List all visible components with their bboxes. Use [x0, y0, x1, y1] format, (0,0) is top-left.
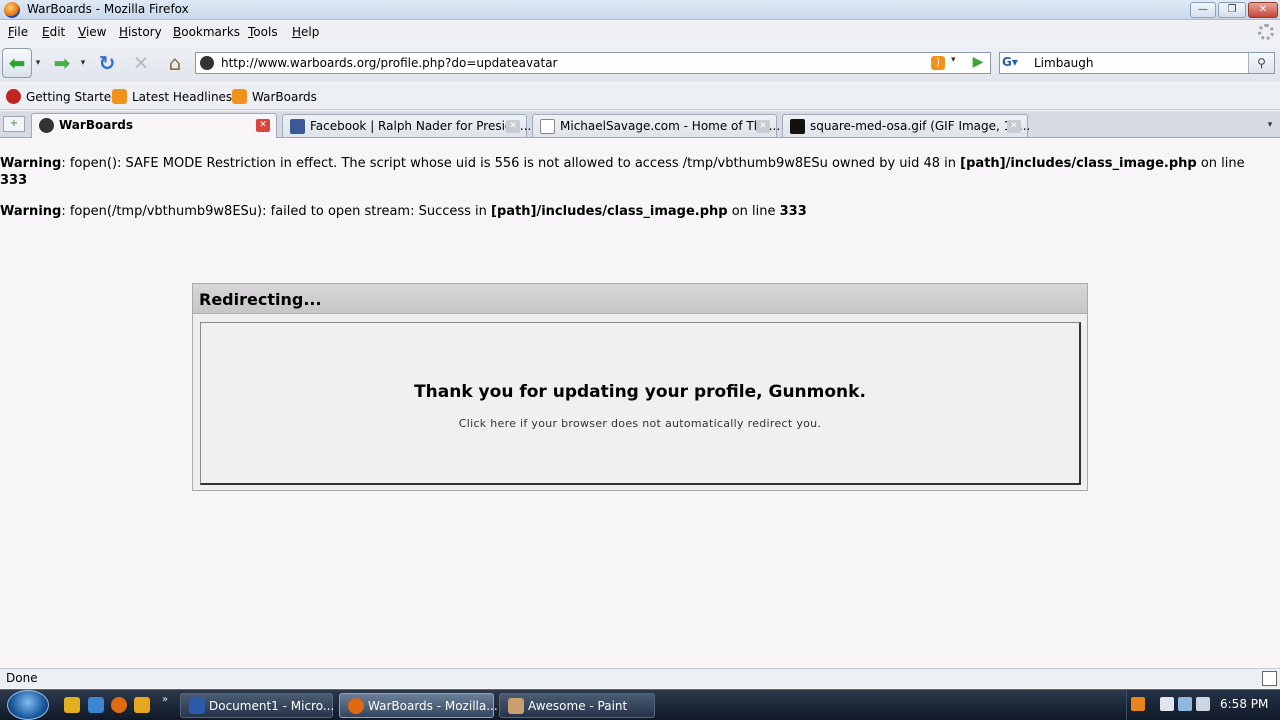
- search-button[interactable]: ⚲: [1248, 53, 1274, 73]
- close-window-button[interactable]: ✕: [1248, 2, 1278, 18]
- resize-grip-icon[interactable]: [1262, 671, 1277, 686]
- url-bar[interactable]: http://www.warboards.org/profile.php?do=…: [195, 52, 991, 74]
- bookmark-warboards[interactable]: WarBoards: [232, 89, 317, 104]
- tab-label: MichaelSavage.com - Home of The...: [560, 119, 781, 133]
- bookmark-getting-started[interactable]: Getting Started: [6, 89, 119, 104]
- rss-feed-icon[interactable]: ): [931, 56, 945, 70]
- list-all-tabs-button[interactable]: ▾: [1261, 115, 1279, 135]
- bookmarks-toolbar: Getting Started Latest Headlines WarBoar…: [0, 84, 1280, 110]
- tab-warboards[interactable]: WarBoards ✕: [31, 113, 277, 138]
- redirect-panel: Redirecting... Thank you for updating yo…: [192, 283, 1088, 491]
- tab-close-icon[interactable]: ✕: [1007, 120, 1021, 133]
- redirect-message: Thank you for updating your profile, Gun…: [414, 382, 866, 402]
- new-tab-button[interactable]: +: [3, 116, 25, 132]
- clock[interactable]: 6:58 PM: [1220, 697, 1268, 711]
- menu-bar: File Edit View History Bookmarks Tools H…: [0, 21, 1280, 43]
- reload-button[interactable]: ↻: [93, 49, 121, 77]
- redirect-header: Redirecting...: [193, 284, 1087, 314]
- volume-icon[interactable]: [1196, 697, 1210, 711]
- site-favicon-icon: [200, 56, 214, 70]
- paint-icon: [508, 698, 524, 714]
- php-warning: Warning: fopen(): SAFE MODE Restriction …: [0, 156, 1245, 188]
- rss-feed-icon: [112, 89, 127, 104]
- media-player-icon[interactable]: [134, 697, 150, 713]
- forward-button[interactable]: ➡: [48, 49, 76, 77]
- search-bar[interactable]: G▾ Limbaugh ⚲: [999, 52, 1275, 74]
- ie-icon[interactable]: [88, 697, 104, 713]
- getting-started-icon: [6, 89, 21, 104]
- tab-gif-image[interactable]: square-med-osa.gif (GIF Image, 19... ✕: [782, 114, 1031, 137]
- redirect-title: Redirecting...: [199, 290, 322, 309]
- taskbar-item-paint[interactable]: Awesome - Paint: [499, 693, 655, 718]
- tab-label: Facebook | Ralph Nader for Preside...: [310, 119, 532, 133]
- warboards-favicon-icon: [39, 118, 54, 133]
- start-button[interactable]: [7, 690, 49, 720]
- back-button[interactable]: ⬅: [2, 48, 32, 78]
- search-engine-selector[interactable]: G▾: [1002, 55, 1028, 71]
- redirect-link[interactable]: Click here if your browser does not auto…: [201, 417, 1079, 430]
- window-titlebar: WarBoards - Mozilla Firefox — ❐ ✕: [0, 0, 1280, 20]
- menu-history[interactable]: History: [119, 25, 162, 39]
- go-button[interactable]: ▶: [968, 54, 988, 72]
- tab-strip: + WarBoards ✕ Facebook | Ralph Nader for…: [0, 111, 1280, 138]
- tab-close-icon[interactable]: ✕: [756, 120, 770, 133]
- tab-close-icon[interactable]: ✕: [506, 120, 520, 133]
- url-input[interactable]: http://www.warboards.org/profile.php?do=…: [221, 56, 558, 70]
- url-history-dropdown[interactable]: ▾: [951, 55, 965, 65]
- firefox-icon: [4, 2, 20, 18]
- status-bar: Done: [0, 668, 1280, 688]
- back-history-dropdown[interactable]: ▾: [33, 49, 43, 77]
- rss-feed-icon: [232, 89, 247, 104]
- home-button[interactable]: ⌂: [161, 49, 189, 77]
- firefox-icon[interactable]: [111, 697, 127, 713]
- stop-button[interactable]: ✕: [127, 49, 155, 77]
- network-icon[interactable]: [1178, 697, 1192, 711]
- status-text: Done: [6, 671, 38, 685]
- menu-help[interactable]: Help: [292, 25, 319, 39]
- page-content: Warning: fopen(): SAFE MODE Restriction …: [0, 139, 1280, 668]
- bookmark-latest-headlines[interactable]: Latest Headlines: [112, 89, 232, 104]
- firefox-icon: [348, 698, 364, 714]
- image-favicon-icon: [790, 119, 805, 134]
- throbber-icon: [1258, 24, 1274, 40]
- tray-clipboard-icon[interactable]: [1160, 697, 1174, 711]
- window-title: WarBoards - Mozilla Firefox: [27, 2, 189, 16]
- aim-icon[interactable]: [64, 697, 80, 713]
- word-icon: [189, 698, 205, 714]
- maximize-button[interactable]: ❐: [1218, 2, 1246, 18]
- tab-close-icon[interactable]: ✕: [256, 119, 270, 132]
- redirect-message-box: Thank you for updating your profile, Gun…: [200, 322, 1081, 485]
- forward-history-dropdown[interactable]: ▾: [78, 49, 88, 77]
- menu-edit[interactable]: Edit: [42, 25, 65, 39]
- page-favicon-icon: [540, 119, 555, 134]
- menu-tools[interactable]: Tools: [248, 25, 278, 39]
- facebook-favicon-icon: [290, 119, 305, 134]
- tab-label: WarBoards: [59, 118, 133, 132]
- tab-label: square-med-osa.gif (GIF Image, 19...: [810, 119, 1031, 133]
- menu-view[interactable]: View: [78, 25, 106, 39]
- quick-launch-more-icon[interactable]: »: [162, 694, 168, 705]
- tab-michaelsavage[interactable]: MichaelSavage.com - Home of The... ✕: [532, 114, 781, 137]
- php-warning: Warning: fopen(/tmp/vbthumb9w8ESu): fail…: [0, 204, 807, 219]
- tab-facebook[interactable]: Facebook | Ralph Nader for Preside... ✕: [282, 114, 531, 137]
- menu-file[interactable]: File: [8, 25, 28, 39]
- menu-bookmarks[interactable]: Bookmarks: [173, 25, 240, 39]
- search-input[interactable]: Limbaugh: [1034, 56, 1094, 70]
- minimize-button[interactable]: —: [1190, 2, 1216, 18]
- taskbar-item-word[interactable]: Document1 - Micro...: [180, 693, 334, 718]
- tray-app-icon[interactable]: [1131, 697, 1145, 711]
- taskbar-item-firefox[interactable]: WarBoards - Mozilla...: [339, 693, 498, 718]
